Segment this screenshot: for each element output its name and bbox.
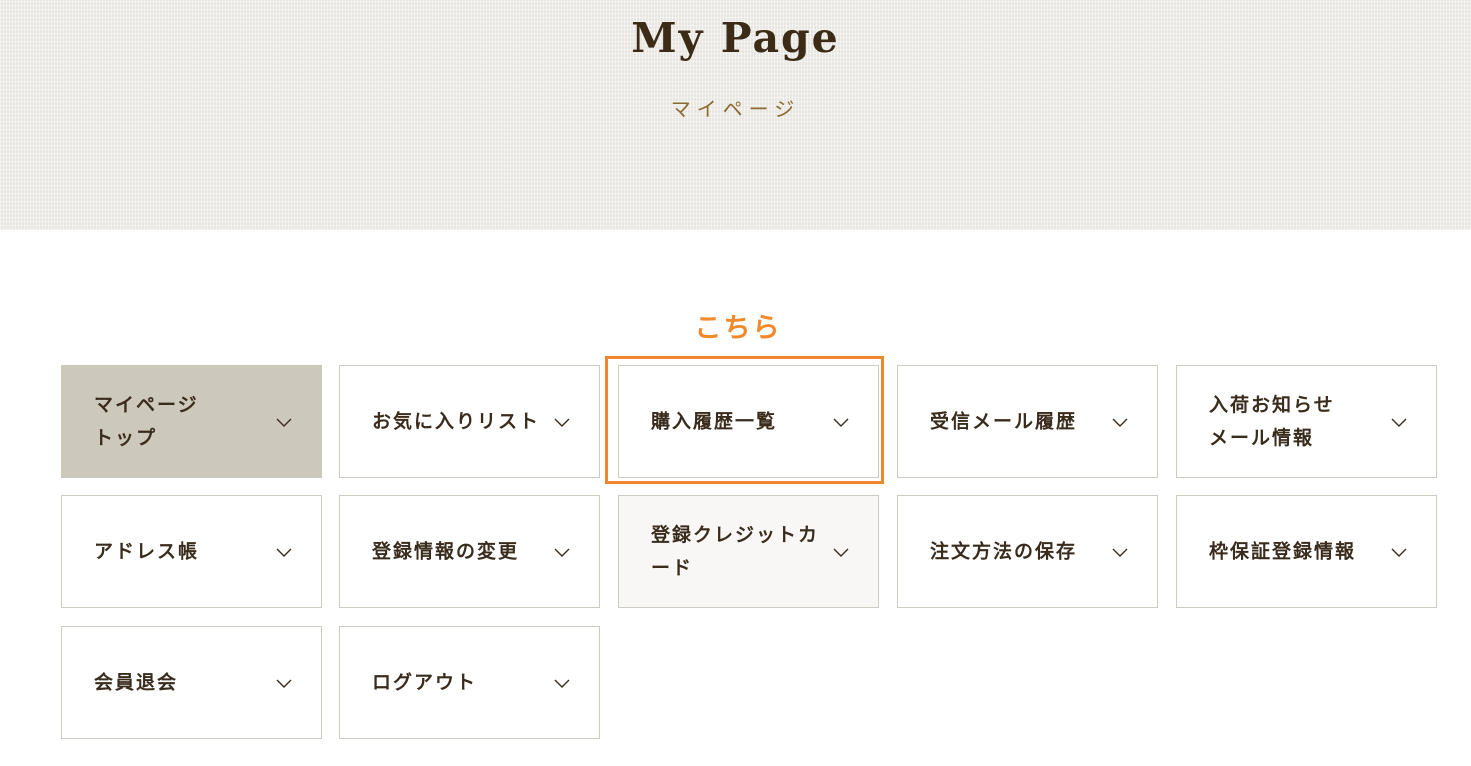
- callout-label: こちら: [694, 313, 782, 344]
- menu-item-credit-card[interactable]: 登録クレジットカ ード: [618, 495, 879, 608]
- menu-item-logout[interactable]: ログアウト: [339, 626, 600, 739]
- menu-item-mypage-top[interactable]: マイページ トップ: [61, 365, 322, 478]
- chevron-down-icon: [554, 418, 570, 427]
- menu-item-withdraw-membership[interactable]: 会員退会: [61, 626, 322, 739]
- menu-item-label: 会員退会: [94, 671, 179, 693]
- page-subtitle: マイページ: [670, 97, 801, 121]
- menu-item-purchase-history[interactable]: 購入履歴一覧: [618, 365, 879, 478]
- menu-item-received-mail-history[interactable]: 受信メール履歴: [897, 365, 1158, 478]
- menu-item-frame-warranty[interactable]: 枠保証登録情報: [1176, 495, 1437, 608]
- menu-item-address-book[interactable]: アドレス帳: [61, 495, 322, 608]
- page-header-banner: My Page マイページ: [0, 0, 1471, 230]
- menu-item-label: 登録情報の変更: [372, 540, 520, 562]
- menu-item-label: お気に入りリスト: [372, 410, 541, 432]
- chevron-down-icon: [554, 548, 570, 557]
- menu-item-label: 注文方法の保存: [930, 540, 1078, 562]
- menu-item-favorites[interactable]: お気に入りリスト: [339, 365, 600, 478]
- chevron-down-icon: [833, 548, 849, 557]
- page-title: My Page: [631, 14, 840, 62]
- chevron-down-icon: [1391, 418, 1407, 427]
- menu-item-label: 枠保証登録情報: [1209, 540, 1357, 562]
- chevron-down-icon: [1391, 548, 1407, 557]
- menu-item-label: 入荷お知らせ メール情報: [1209, 393, 1335, 449]
- menu-item-restock-notification[interactable]: 入荷お知らせ メール情報: [1176, 365, 1437, 478]
- menu-item-label: ログアウト: [372, 671, 478, 693]
- menu-item-label: マイページ トップ: [94, 393, 199, 449]
- menu-item-label: 登録クレジットカ ード: [651, 523, 820, 579]
- chevron-down-icon: [1112, 548, 1128, 557]
- chevron-down-icon: [276, 418, 292, 427]
- menu-item-edit-registration[interactable]: 登録情報の変更: [339, 495, 600, 608]
- menu-item-label: アドレス帳: [94, 540, 200, 562]
- chevron-down-icon: [833, 418, 849, 427]
- chevron-down-icon: [1112, 418, 1128, 427]
- menu-item-label: 受信メール履歴: [930, 410, 1078, 432]
- menu-item-label: 購入履歴一覧: [651, 410, 778, 432]
- chevron-down-icon: [276, 679, 292, 688]
- chevron-down-icon: [276, 548, 292, 557]
- chevron-down-icon: [554, 679, 570, 688]
- menu-item-saved-order-method[interactable]: 注文方法の保存: [897, 495, 1158, 608]
